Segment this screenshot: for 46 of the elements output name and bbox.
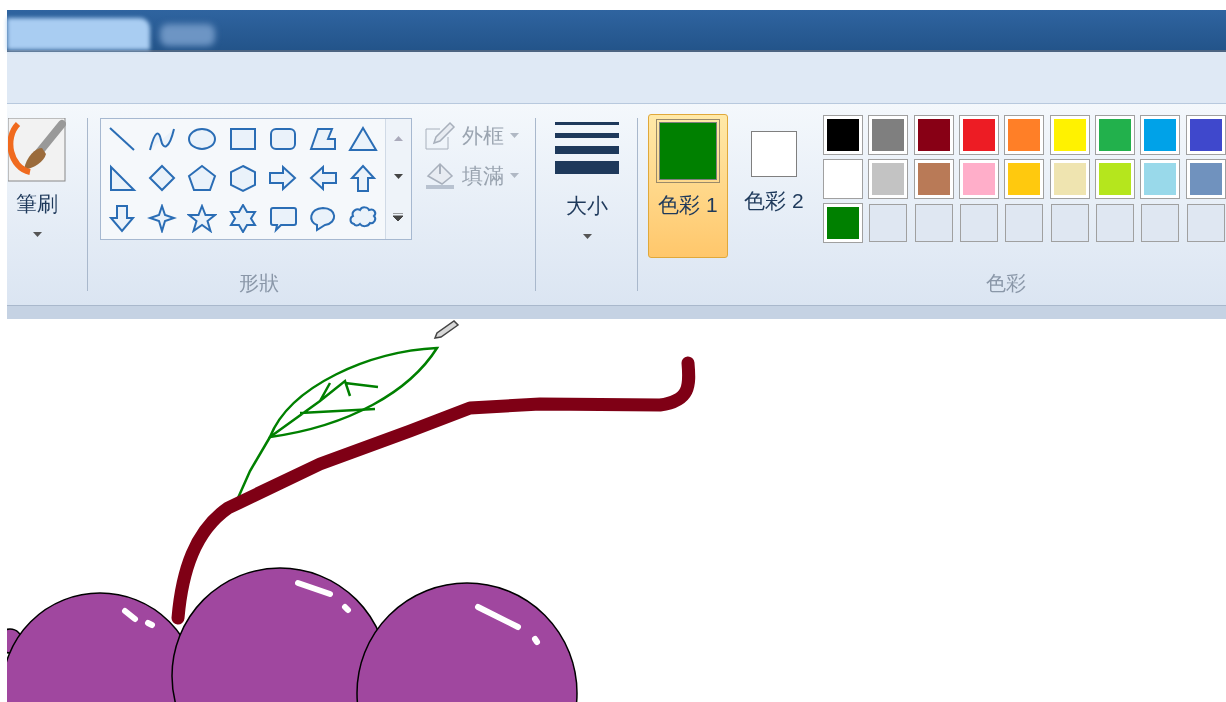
line-thickness-icon <box>555 120 620 176</box>
pentagon-icon[interactable] <box>187 164 218 194</box>
palette-swatch[interactable] <box>1050 116 1089 154</box>
left-arrow-icon[interactable] <box>308 164 339 194</box>
four-point-star-icon[interactable] <box>146 203 177 233</box>
palette-swatch[interactable] <box>869 160 908 198</box>
palette-swatch[interactable] <box>1005 116 1044 154</box>
paintbrush-icon <box>8 118 66 182</box>
palette-swatch[interactable] <box>1096 160 1134 198</box>
palette-swatch[interactable] <box>1141 160 1180 198</box>
brush-button[interactable]: 筆刷 <box>7 104 67 305</box>
triangle-icon[interactable] <box>348 125 379 154</box>
caret-icon <box>509 133 519 139</box>
up-arrow-icon[interactable] <box>348 164 379 194</box>
palette-swatch[interactable] <box>960 116 998 154</box>
scroll-down-icon <box>393 174 403 180</box>
color-button[interactable]: 色彩 1 <box>648 114 728 258</box>
palette-swatch[interactable] <box>824 160 862 198</box>
paint-bucket-icon <box>423 160 456 191</box>
size-button[interactable]: 大小 <box>553 104 622 305</box>
five-point-star-icon[interactable] <box>187 203 218 233</box>
palette-swatch[interactable] <box>914 160 953 198</box>
palette-swatch[interactable] <box>824 116 862 154</box>
palette-swatch[interactable] <box>869 116 908 154</box>
palette-swatch[interactable] <box>960 160 998 198</box>
caret-icon <box>32 231 42 237</box>
palette-swatch[interactable] <box>1186 160 1225 198</box>
color-button[interactable]: 色彩 2 <box>734 114 814 258</box>
six-point-star-icon[interactable] <box>227 203 258 233</box>
caret-icon <box>582 233 592 239</box>
group-label: 色彩 <box>986 271 1027 296</box>
down-arrow-icon[interactable] <box>106 203 137 233</box>
palette-swatch[interactable] <box>1005 160 1044 198</box>
palette-swatch[interactable] <box>824 204 862 242</box>
palette-swatch[interactable] <box>1096 116 1134 154</box>
pencil-icon <box>423 120 456 151</box>
caret-icon <box>509 172 519 178</box>
right-arrow-icon[interactable] <box>267 164 298 194</box>
hexagon-icon[interactable] <box>227 164 258 194</box>
group-label: 形狀 <box>239 271 280 296</box>
diamond-icon[interactable] <box>146 164 177 194</box>
palette-swatch[interactable] <box>1186 116 1225 154</box>
palette-swatch[interactable] <box>1141 116 1180 154</box>
palette-swatch[interactable] <box>1050 160 1089 198</box>
palette-swatch[interactable] <box>914 116 953 154</box>
expand-gallery-icon[interactable] <box>393 213 404 223</box>
